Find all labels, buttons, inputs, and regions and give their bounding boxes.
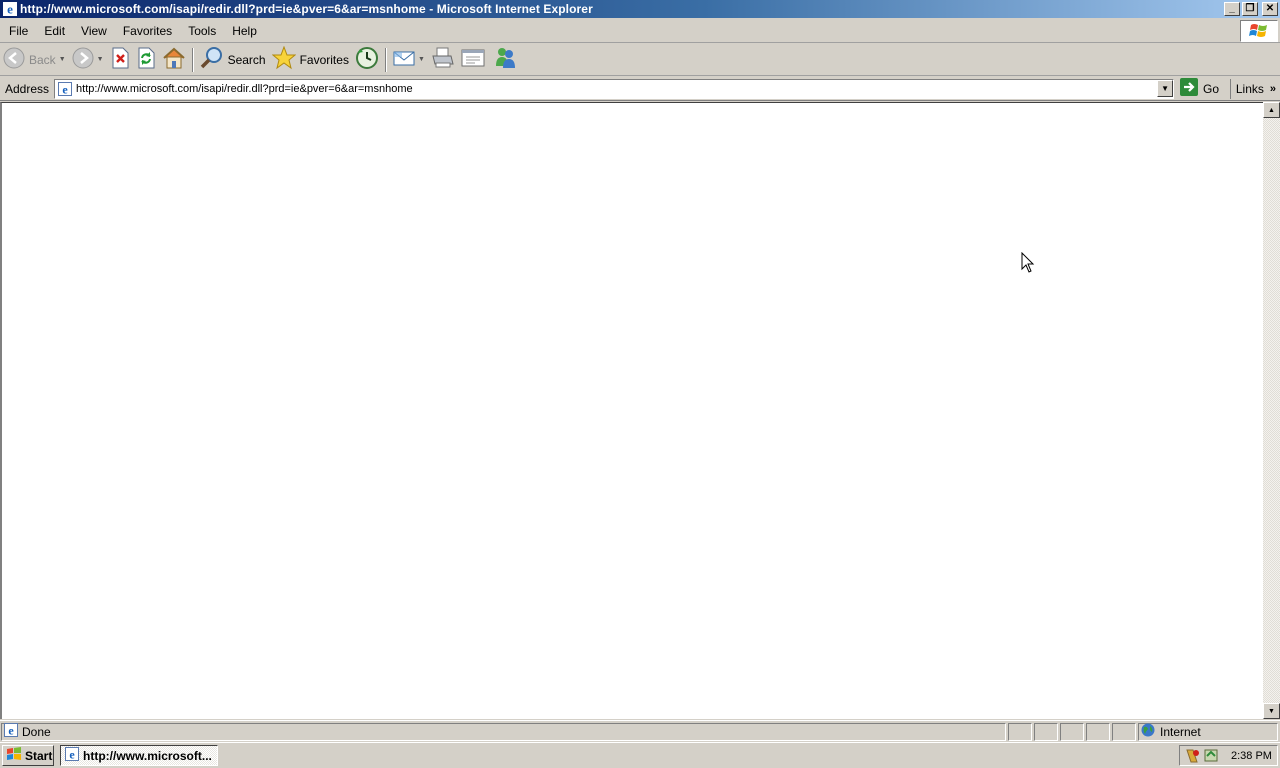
history-icon	[355, 46, 379, 73]
svg-text:e: e	[8, 724, 14, 738]
status-pane	[1060, 722, 1084, 741]
start-button[interactable]: Start	[2, 745, 54, 766]
status-text: Done	[22, 724, 51, 739]
taskbar-ie-window[interactable]: e http://www.microsoft...	[60, 745, 218, 766]
svg-text:e: e	[7, 2, 13, 16]
ie-page-icon: e	[4, 723, 18, 740]
favorites-star-icon	[271, 45, 296, 73]
windows-logo-icon	[6, 747, 22, 764]
security-zone[interactable]: Internet	[1138, 722, 1278, 741]
menu-view[interactable]: View	[73, 22, 115, 40]
mouse-pointer-icon	[1021, 251, 1035, 277]
home-icon	[162, 47, 186, 72]
menu-edit[interactable]: Edit	[36, 22, 73, 40]
mail-dropdown-icon[interactable]: ▼	[418, 56, 425, 63]
address-label: Address	[5, 81, 50, 96]
links-toolbar[interactable]: Links »	[1229, 78, 1276, 99]
close-button[interactable]: ✕	[1262, 2, 1278, 16]
search-label: Search	[227, 52, 266, 67]
back-button[interactable]: Back ▼	[0, 46, 69, 74]
favorites-label: Favorites	[299, 52, 349, 67]
back-label: Back	[29, 52, 56, 67]
go-label: Go	[1203, 81, 1220, 96]
menu-help[interactable]: Help	[224, 22, 265, 40]
address-bar: Address e ▼ Go Links »	[0, 77, 1280, 101]
go-button[interactable]: Go	[1180, 78, 1219, 99]
status-pane	[1086, 722, 1110, 741]
system-tray: 2:38 PM	[1179, 745, 1278, 766]
toolbar-separator	[384, 47, 387, 72]
links-chevron-icon[interactable]: »	[1270, 83, 1276, 95]
forward-button[interactable]: ▼	[69, 46, 107, 74]
mail-button[interactable]: ▼	[390, 46, 428, 74]
page-icon: e	[57, 81, 73, 97]
search-button[interactable]: Search	[197, 46, 269, 74]
address-box[interactable]: e ▼	[54, 78, 1175, 99]
print-icon	[431, 47, 455, 72]
restore-button[interactable]: ❐	[1242, 2, 1258, 16]
print-button[interactable]	[428, 46, 458, 74]
svg-text:e: e	[62, 82, 68, 96]
ie-logo-icon: e	[65, 747, 79, 764]
globe-icon	[1141, 723, 1155, 740]
menu-file[interactable]: File	[0, 22, 36, 40]
page-content[interactable]	[0, 102, 1263, 719]
search-icon	[200, 46, 224, 73]
refresh-icon	[136, 47, 156, 72]
stop-button[interactable]	[107, 46, 133, 74]
ie-logo-icon: e	[3, 2, 17, 16]
address-dropdown-icon[interactable]: ▼	[1157, 80, 1174, 97]
favorites-button[interactable]: Favorites	[269, 45, 352, 74]
zone-text: Internet	[1160, 724, 1201, 739]
history-button[interactable]	[352, 46, 382, 74]
start-label: Start	[25, 748, 53, 763]
forward-dropdown-icon[interactable]: ▼	[97, 56, 104, 63]
back-arrow-icon	[3, 47, 25, 72]
menu-favorites[interactable]: Favorites	[115, 22, 180, 40]
forward-arrow-icon	[72, 47, 94, 72]
menu-tools[interactable]: Tools	[180, 22, 224, 40]
status-pane	[1112, 722, 1136, 741]
edit-button[interactable]	[458, 46, 490, 74]
status-bar: e Done Internet	[0, 720, 1280, 742]
status-pane	[1034, 722, 1058, 741]
menu-bar: File Edit View Favorites Tools Help	[0, 19, 1280, 43]
title-bar[interactable]: e http://www.microsoft.com/isapi/redir.d…	[0, 0, 1280, 18]
tray-update-icon[interactable]	[1203, 748, 1219, 764]
messenger-icon	[493, 46, 517, 73]
standard-toolbar: Back ▼ ▼ Search Favorites ▼	[0, 44, 1280, 76]
minimize-button[interactable]: _	[1224, 2, 1240, 16]
home-button[interactable]	[159, 46, 189, 74]
svg-text:e: e	[69, 748, 75, 762]
stop-icon	[110, 47, 130, 72]
windows-logo-icon	[1240, 20, 1278, 42]
address-input[interactable]	[76, 80, 1158, 97]
taskbar-window-label: http://www.microsoft...	[83, 748, 212, 763]
go-arrow-icon	[1180, 78, 1199, 99]
window-title: http://www.microsoft.com/isapi/redir.dll…	[20, 2, 593, 16]
vertical-scrollbar[interactable]: ▲ ▼	[1263, 102, 1280, 719]
toolbar-separator	[191, 47, 194, 72]
links-label: Links	[1235, 81, 1264, 96]
taskbar: Start e http://www.microsoft... 2:38 PM	[0, 742, 1280, 768]
messenger-button[interactable]	[490, 46, 520, 74]
edit-icon	[461, 47, 487, 72]
status-pane	[1008, 722, 1032, 741]
scroll-down-button[interactable]: ▼	[1263, 703, 1280, 719]
mail-icon	[393, 48, 415, 71]
scroll-up-button[interactable]: ▲	[1263, 102, 1280, 118]
tray-security-icon[interactable]	[1184, 748, 1200, 764]
refresh-button[interactable]	[133, 46, 159, 74]
back-dropdown-icon[interactable]: ▼	[59, 56, 66, 63]
clock[interactable]: 2:38 PM	[1231, 750, 1272, 762]
status-main-pane: e Done	[1, 722, 1006, 741]
